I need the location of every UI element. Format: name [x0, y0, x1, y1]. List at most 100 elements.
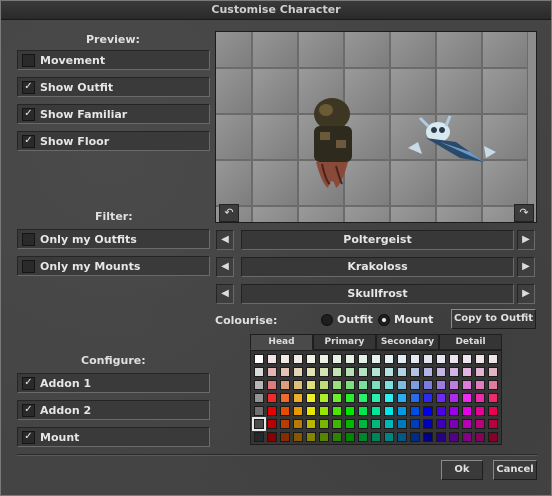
colour-swatch[interactable]	[462, 380, 472, 390]
colour-swatch[interactable]	[423, 367, 433, 377]
colour-swatch[interactable]	[475, 380, 485, 390]
colour-swatch[interactable]	[462, 432, 472, 442]
colour-swatch[interactable]	[332, 393, 342, 403]
colour-swatch[interactable]	[267, 419, 277, 429]
colour-swatch[interactable]	[488, 354, 498, 364]
colour-swatch[interactable]	[280, 367, 290, 377]
colour-swatch[interactable]	[449, 393, 459, 403]
colour-swatch[interactable]	[267, 367, 277, 377]
colour-swatch[interactable]	[449, 380, 459, 390]
rotate-left-icon[interactable]: ↶	[219, 204, 239, 222]
colour-swatch[interactable]	[488, 380, 498, 390]
colour-swatch[interactable]	[358, 419, 368, 429]
colour-swatch[interactable]	[345, 367, 355, 377]
colour-swatch[interactable]	[397, 367, 407, 377]
colour-swatch[interactable]	[280, 393, 290, 403]
rotate-right-icon[interactable]: ↷	[514, 204, 534, 222]
colour-swatch[interactable]	[319, 432, 329, 442]
colour-swatch[interactable]	[345, 380, 355, 390]
colour-swatch[interactable]	[319, 367, 329, 377]
prev-mount-button[interactable]: ◀	[216, 257, 234, 277]
colour-swatch[interactable]	[332, 432, 342, 442]
colour-swatch[interactable]	[397, 406, 407, 416]
colour-swatch[interactable]	[306, 380, 316, 390]
outfit-radio[interactable]: Outfit	[321, 313, 373, 326]
tab-primary[interactable]: Primary	[313, 334, 376, 350]
colour-swatch[interactable]	[319, 354, 329, 364]
colour-swatch[interactable]	[384, 419, 394, 429]
colour-swatch[interactable]	[254, 393, 264, 403]
colour-swatch[interactable]	[475, 354, 485, 364]
colour-swatch[interactable]	[358, 406, 368, 416]
colour-swatch[interactable]	[462, 367, 472, 377]
colour-swatch[interactable]	[293, 406, 303, 416]
colour-swatch[interactable]	[267, 380, 277, 390]
colour-swatch[interactable]	[436, 354, 446, 364]
colour-swatch[interactable]	[384, 406, 394, 416]
colour-swatch[interactable]	[306, 419, 316, 429]
mount-checkbox[interactable]: ✓ Mount	[17, 427, 210, 447]
colour-swatch[interactable]	[449, 419, 459, 429]
colour-swatch[interactable]	[267, 406, 277, 416]
colour-swatch[interactable]	[475, 393, 485, 403]
colour-swatch[interactable]	[397, 380, 407, 390]
colour-swatch[interactable]	[462, 354, 472, 364]
colour-swatch[interactable]	[371, 380, 381, 390]
prev-familiar-button[interactable]: ◀	[216, 284, 234, 304]
colour-swatch[interactable]	[332, 406, 342, 416]
copy-to-outfit-button[interactable]: Copy to Outfit	[451, 309, 536, 329]
colour-swatch[interactable]	[280, 380, 290, 390]
colour-swatch[interactable]	[397, 354, 407, 364]
colour-swatch[interactable]	[319, 380, 329, 390]
colour-swatch[interactable]	[280, 354, 290, 364]
colour-swatch[interactable]	[371, 393, 381, 403]
colour-swatch[interactable]	[306, 354, 316, 364]
colour-swatch[interactable]	[345, 419, 355, 429]
colour-swatch[interactable]	[332, 367, 342, 377]
movement-checkbox[interactable]: Movement	[17, 50, 210, 70]
colour-swatch[interactable]	[475, 406, 485, 416]
show-floor-checkbox[interactable]: ✓ Show Floor	[17, 131, 210, 151]
colour-swatch[interactable]	[488, 367, 498, 377]
colour-swatch[interactable]	[267, 432, 277, 442]
colour-swatch[interactable]	[345, 393, 355, 403]
colour-swatch[interactable]	[397, 432, 407, 442]
colour-swatch[interactable]	[306, 432, 316, 442]
mount-radio[interactable]: Mount	[378, 313, 433, 326]
colour-swatch[interactable]	[475, 367, 485, 377]
next-mount-button[interactable]: ▶	[517, 257, 535, 277]
colour-swatch[interactable]	[384, 354, 394, 364]
colour-swatch[interactable]	[358, 354, 368, 364]
colour-swatch[interactable]	[423, 419, 433, 429]
colour-swatch[interactable]	[267, 354, 277, 364]
colour-swatch[interactable]	[371, 354, 381, 364]
colour-swatch[interactable]	[319, 393, 329, 403]
colour-swatch[interactable]	[449, 367, 459, 377]
colour-swatch[interactable]	[293, 432, 303, 442]
colour-swatch[interactable]	[384, 367, 394, 377]
tab-head[interactable]: Head	[250, 334, 313, 350]
ok-button[interactable]: Ok	[441, 460, 483, 480]
colour-swatch[interactable]	[397, 393, 407, 403]
colour-swatch[interactable]	[436, 406, 446, 416]
colour-swatch[interactable]	[462, 406, 472, 416]
colour-swatch[interactable]	[371, 406, 381, 416]
colour-swatch[interactable]	[306, 367, 316, 377]
colour-swatch[interactable]	[423, 432, 433, 442]
colour-swatch[interactable]	[488, 393, 498, 403]
colour-swatch[interactable]	[475, 432, 485, 442]
colour-swatch[interactable]	[410, 367, 420, 377]
colour-swatch[interactable]	[371, 367, 381, 377]
colour-swatch[interactable]	[436, 393, 446, 403]
colour-swatch[interactable]	[254, 406, 264, 416]
colour-swatch[interactable]	[267, 393, 277, 403]
colour-swatch[interactable]	[384, 380, 394, 390]
colour-swatch[interactable]	[319, 406, 329, 416]
colour-swatch[interactable]	[332, 354, 342, 364]
colour-swatch[interactable]	[254, 380, 264, 390]
colour-swatch[interactable]	[358, 367, 368, 377]
addon-2-checkbox[interactable]: ✓ Addon 2	[17, 400, 210, 420]
tab-detail[interactable]: Detail	[439, 334, 502, 350]
colour-swatch[interactable]	[319, 419, 329, 429]
cancel-button[interactable]: Cancel	[493, 460, 537, 480]
